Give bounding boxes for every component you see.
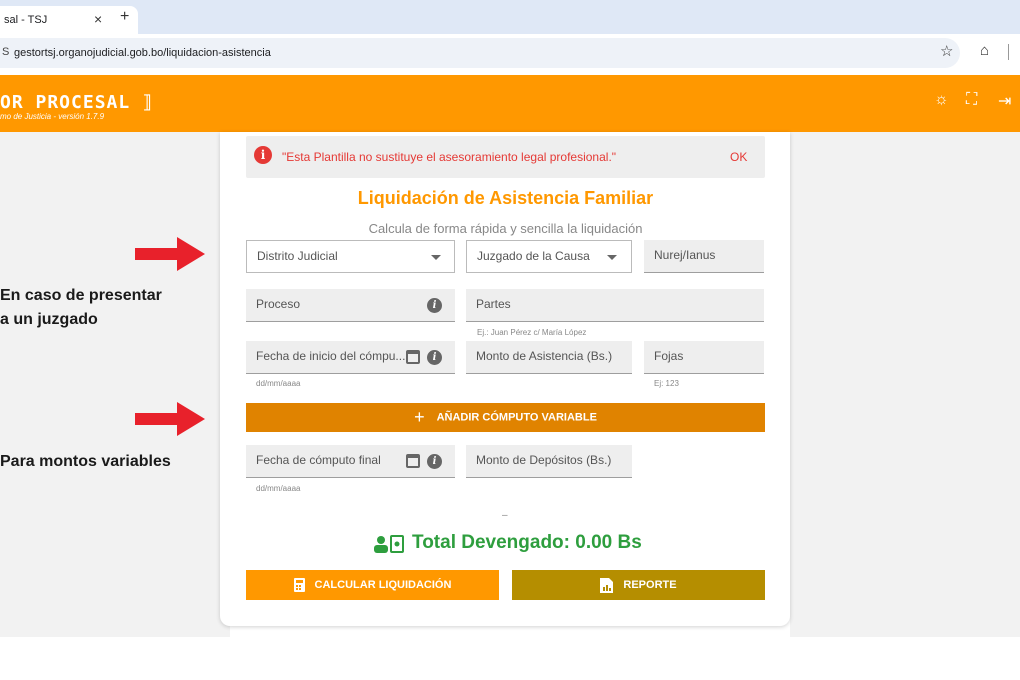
distrito-label: Distrito Judicial bbox=[257, 249, 338, 263]
monto-asistencia-label: Monto de Asistencia (Bs.) bbox=[476, 349, 613, 363]
alert-icon: i bbox=[254, 146, 272, 164]
tab-title: sal - TSJ bbox=[4, 14, 48, 26]
plus-icon: + bbox=[414, 407, 425, 427]
proceso-label: Proceso bbox=[256, 297, 301, 311]
chevron-down-icon bbox=[607, 255, 617, 260]
monto-depositos-label: Monto de Depósitos (Bs.) bbox=[476, 453, 612, 467]
right-background bbox=[790, 132, 1020, 637]
disclaimer-alert: i "Esta Plantilla no sustituye el asesor… bbox=[246, 136, 765, 178]
money-user-icon bbox=[374, 535, 404, 553]
page-title: Liquidación de Asistencia Familiar bbox=[357, 188, 654, 208]
annotation-juzgado: En caso de presentar a un juzgado bbox=[0, 287, 162, 328]
theme-toggle-icon[interactable]: ☼ bbox=[934, 91, 949, 109]
bookmark-star-icon[interactable]: ☆ bbox=[940, 42, 953, 60]
info-icon[interactable]: i bbox=[427, 454, 442, 469]
report-icon bbox=[600, 577, 614, 593]
browser-tab-bar: sal - TSJ × + bbox=[0, 0, 1020, 34]
distrito-select[interactable]: Distrito Judicial bbox=[246, 240, 455, 273]
annotation-variables: Para montos variables bbox=[0, 453, 171, 470]
alert-message: "Esta Plantilla no sustituye el asesoram… bbox=[282, 150, 617, 164]
fecha-final-hint: dd/mm/aaaa bbox=[256, 484, 301, 493]
partes-hint: Ej.: Juan Pérez c/ María López bbox=[477, 328, 587, 337]
arrow-right-icon bbox=[135, 237, 205, 271]
fojas-label: Fojas bbox=[654, 349, 684, 363]
partes-label: Partes bbox=[476, 297, 511, 311]
proceso-field[interactable]: Proceso i bbox=[246, 289, 455, 322]
extensions-icon[interactable]: ⌂ bbox=[980, 42, 989, 59]
browser-tab[interactable]: sal - TSJ × bbox=[0, 6, 138, 34]
fecha-inicio-label: Fecha de inicio del cómpu... bbox=[256, 349, 406, 363]
nurej-label: Nurej/Ianus bbox=[654, 248, 716, 262]
reporte-button[interactable]: REPORTE bbox=[512, 570, 765, 600]
fecha-final-label: Fecha de cómputo final bbox=[256, 453, 381, 467]
new-tab-icon[interactable]: + bbox=[120, 8, 129, 26]
fecha-final-field[interactable]: Fecha de cómputo final i bbox=[246, 445, 455, 478]
nurej-field[interactable]: Nurej/Ianus bbox=[644, 240, 764, 273]
partes-field[interactable]: Partes bbox=[466, 289, 764, 322]
monto-asistencia-field[interactable]: Monto de Asistencia (Bs.) bbox=[466, 341, 632, 374]
info-icon[interactable]: i bbox=[427, 350, 442, 365]
fecha-inicio-field[interactable]: Fecha de inicio del cómpu... i bbox=[246, 341, 455, 374]
juzgado-label: Juzgado de la Causa bbox=[477, 249, 590, 263]
calendar-icon[interactable] bbox=[406, 454, 420, 468]
fullscreen-icon[interactable]: ⛶ bbox=[966, 91, 977, 109]
url-text: gestortsj.organojudicial.gob.bo/liquidac… bbox=[14, 47, 271, 59]
info-icon[interactable]: i bbox=[427, 298, 442, 313]
calculator-icon bbox=[293, 578, 305, 593]
app-header: OR PROCESAL ⟧ mo de Justicia - versión 1… bbox=[0, 75, 1020, 132]
alert-ok-button[interactable]: OK bbox=[730, 150, 747, 164]
calcular-label: CALCULAR LIQUIDACIÓN bbox=[314, 579, 452, 591]
app-brand: OR PROCESAL ⟧ bbox=[0, 92, 154, 113]
left-background bbox=[0, 132, 230, 637]
add-variable-button[interactable]: + AÑADIR CÓMPUTO VARIABLE bbox=[246, 403, 765, 432]
reporte-label: REPORTE bbox=[623, 579, 677, 591]
chevron-down-icon bbox=[431, 255, 441, 260]
address-bar: S gestortsj.organojudicial.gob.bo/liquid… bbox=[0, 34, 1020, 74]
add-variable-label: AÑADIR CÓMPUTO VARIABLE bbox=[436, 411, 597, 424]
total-devengado: Total Devengado: 0.00 Bs bbox=[412, 532, 642, 553]
toolbar-divider bbox=[1008, 44, 1009, 60]
site-info-icon[interactable]: S bbox=[2, 46, 9, 58]
fojas-field[interactable]: Fojas bbox=[644, 341, 764, 374]
app-version: mo de Justicia - versión 1.7.9 bbox=[0, 112, 105, 121]
tab-close-icon[interactable]: × bbox=[94, 11, 102, 27]
juzgado-select[interactable]: Juzgado de la Causa bbox=[466, 240, 632, 273]
calendar-icon[interactable] bbox=[406, 350, 420, 364]
logout-icon[interactable]: ⇥ bbox=[998, 91, 1011, 111]
page-subtitle: Calcula de forma rápida y sencilla la li… bbox=[368, 221, 643, 236]
calcular-button[interactable]: CALCULAR LIQUIDACIÓN bbox=[246, 570, 499, 600]
monto-depositos-field[interactable]: Monto de Depósitos (Bs.) bbox=[466, 445, 632, 478]
fojas-hint: Ej: 123 bbox=[654, 379, 679, 388]
divider-dash: – bbox=[502, 510, 508, 521]
fecha-inicio-hint: dd/mm/aaaa bbox=[256, 379, 301, 388]
arrow-right-icon bbox=[135, 402, 205, 436]
url-field[interactable]: S gestortsj.organojudicial.gob.bo/liquid… bbox=[0, 38, 960, 68]
